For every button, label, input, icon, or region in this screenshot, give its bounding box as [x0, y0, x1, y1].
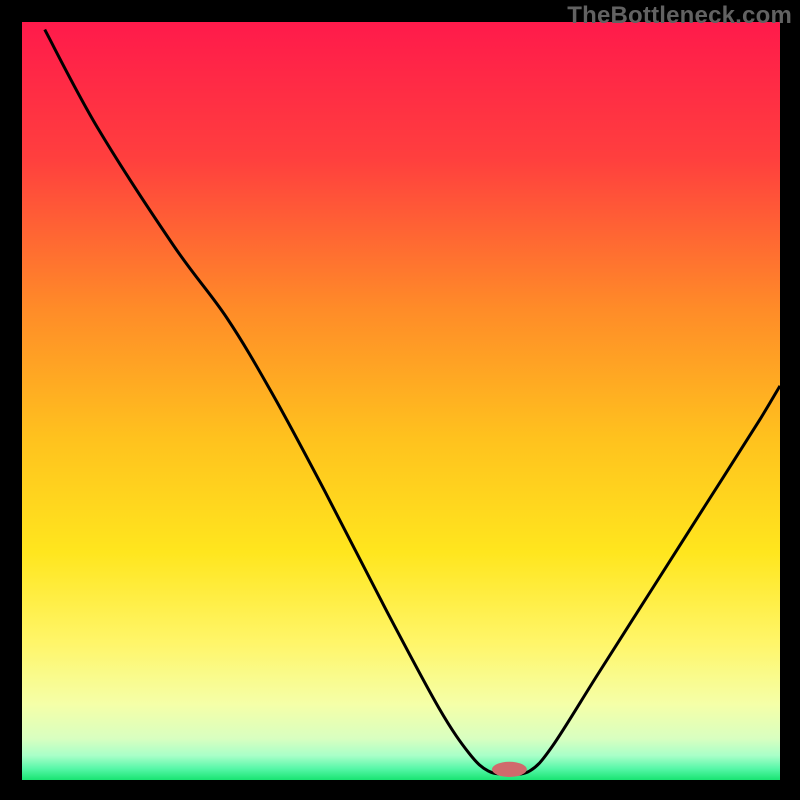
chart-frame: TheBottleneck.com	[0, 0, 800, 800]
bottleneck-chart	[22, 22, 780, 780]
optimum-marker	[492, 762, 527, 777]
watermark: TheBottleneck.com	[567, 2, 792, 30]
plot-area	[22, 22, 780, 780]
gradient-background	[22, 22, 780, 780]
